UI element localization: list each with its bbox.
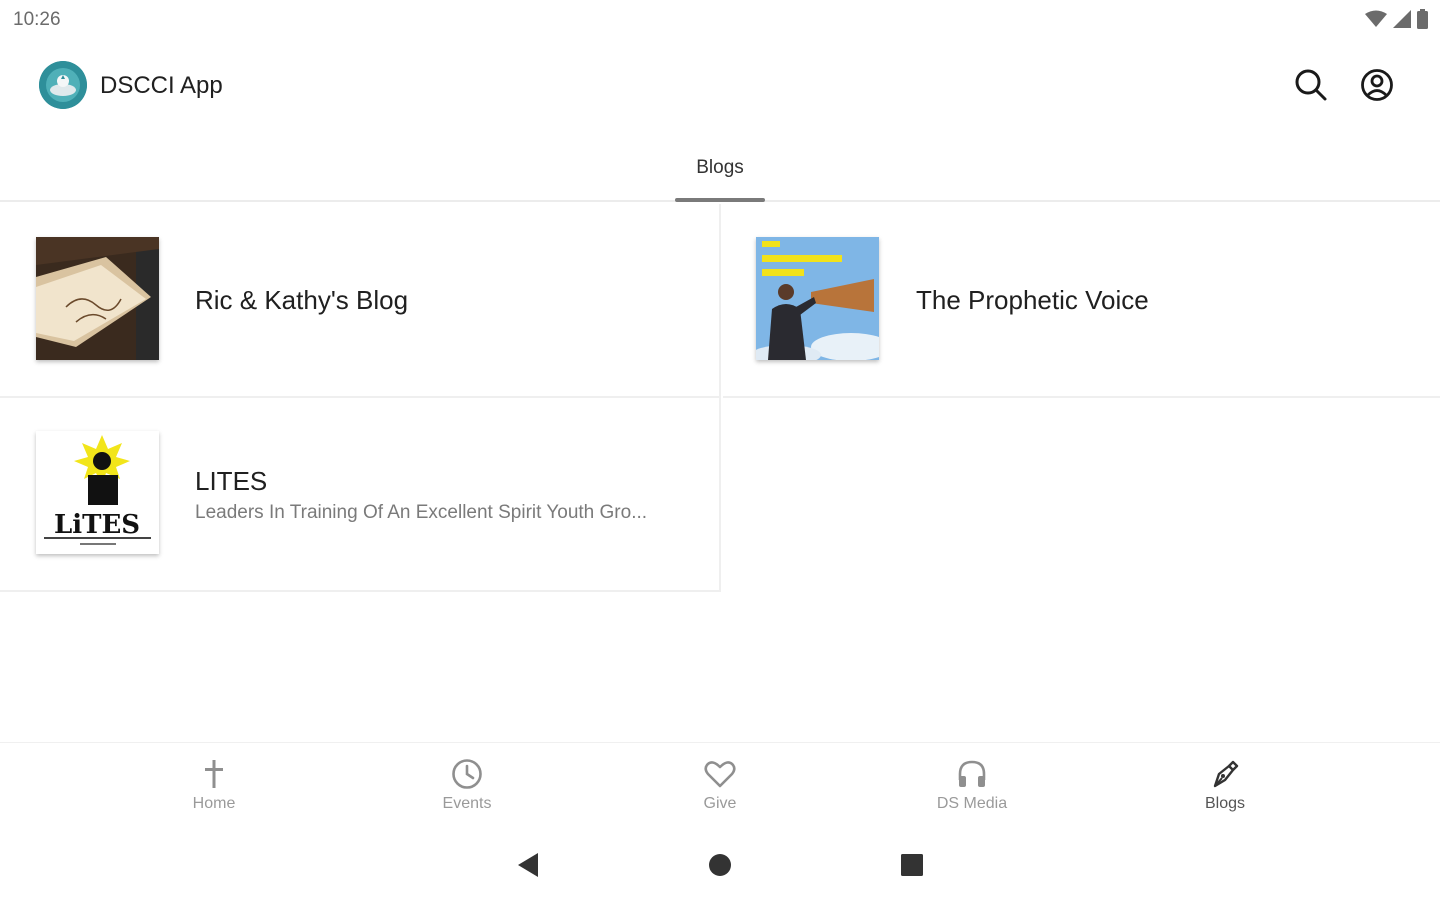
blog-thumbnail — [36, 237, 159, 360]
nav-item-ds-media[interactable]: DS Media — [902, 757, 1042, 821]
recents-square-icon — [901, 854, 923, 876]
status-bar: 10:26 — [0, 0, 1440, 40]
nav-label: Events — [442, 795, 492, 812]
bottom-nav: Home Events Give DS Media Blogs — [0, 742, 1440, 828]
blog-title: The Prophetic Voice — [916, 285, 1149, 315]
blog-thumbnail: LiTES — [36, 431, 159, 554]
blog-card[interactable]: LiTES LITES Leaders In Training Of An Ex… — [0, 398, 721, 592]
status-icons — [1365, 9, 1428, 29]
app-logo-icon — [39, 61, 87, 109]
pen-nib-icon — [1208, 757, 1242, 791]
system-nav-bar — [0, 840, 1440, 890]
back-button[interactable] — [514, 851, 542, 879]
blog-thumbnail — [756, 237, 879, 360]
cell-signal-icon — [1393, 10, 1411, 28]
recents-button[interactable] — [898, 851, 926, 879]
headphones-icon — [955, 757, 989, 791]
account-circle-icon — [1361, 69, 1393, 101]
wifi-icon — [1365, 10, 1387, 27]
back-triangle-icon — [518, 853, 538, 877]
nav-label: DS Media — [936, 795, 1008, 812]
nav-item-events[interactable]: Events — [397, 757, 537, 821]
heart-icon — [703, 757, 737, 791]
nav-item-home[interactable]: Home — [144, 757, 284, 821]
nav-item-blogs[interactable]: Blogs — [1155, 757, 1295, 821]
status-time: 10:26 — [13, 9, 61, 30]
nav-label: Blogs — [1204, 795, 1246, 812]
search-button[interactable] — [1291, 65, 1331, 105]
tab-strip: Blogs — [0, 140, 1440, 202]
tab-indicator — [675, 198, 765, 202]
home-button[interactable] — [706, 851, 734, 879]
account-button[interactable] — [1357, 65, 1397, 105]
home-circle-icon — [709, 854, 731, 876]
blog-title: Ric & Kathy's Blog — [195, 285, 409, 315]
nav-item-give[interactable]: Give — [650, 757, 790, 821]
blog-card[interactable]: Ric & Kathy's Blog — [0, 204, 721, 398]
nav-label: Home — [192, 795, 236, 812]
app-title: DSCCI App — [100, 72, 223, 99]
svg-text:LiTES: LiTES — [54, 510, 140, 540]
cross-icon — [197, 757, 231, 791]
search-icon — [1295, 69, 1327, 101]
battery-icon — [1417, 9, 1428, 29]
clock-icon — [450, 757, 484, 791]
blog-subtitle: Leaders In Training Of An Excellent Spir… — [195, 502, 648, 523]
blog-title: LITES — [195, 466, 268, 496]
app-bar: DSCCI App — [0, 52, 1440, 120]
tab-blogs[interactable]: Blogs — [675, 140, 765, 202]
blog-card[interactable]: The Prophetic Voice — [723, 204, 1440, 398]
nav-label: Give — [703, 795, 737, 812]
